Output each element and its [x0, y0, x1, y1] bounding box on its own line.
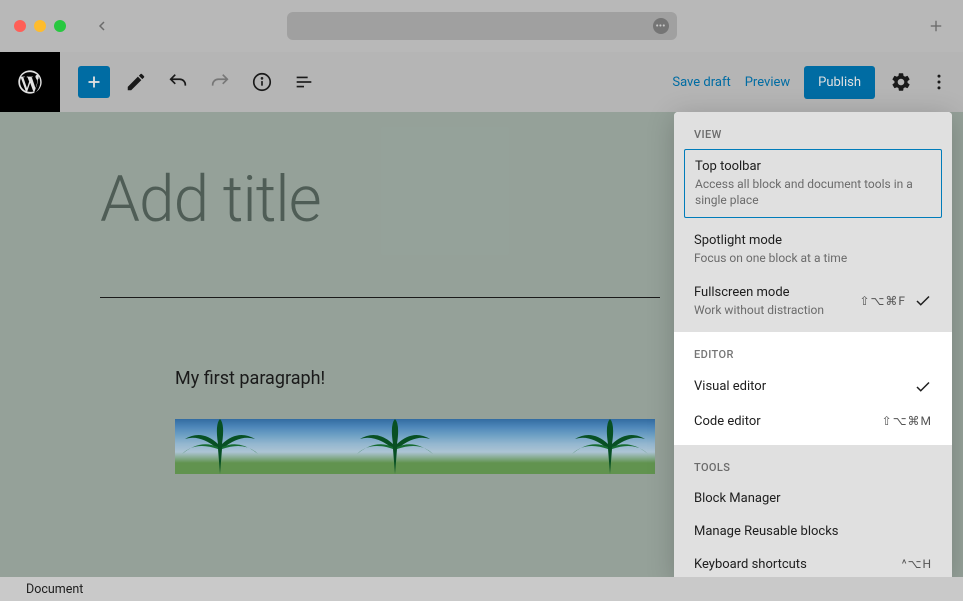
- menu-item-fullscreen[interactable]: Fullscreen mode Work without distraction…: [674, 276, 952, 332]
- menu-item-visual-editor[interactable]: Visual editor: [674, 369, 952, 405]
- menu-item-top-toolbar[interactable]: Top toolbar Access all block and documen…: [684, 149, 942, 218]
- menu-item-keyboard-shortcuts[interactable]: Keyboard shortcuts ^⌥H: [674, 548, 952, 581]
- browser-chrome: •••: [0, 0, 963, 52]
- wordpress-logo[interactable]: [0, 52, 60, 112]
- menu-item-label: Manage Reusable blocks: [694, 524, 839, 539]
- menu-item-label: Spotlight mode: [694, 233, 932, 248]
- edit-mode-button[interactable]: [120, 66, 152, 98]
- menu-item-label: Fullscreen mode: [694, 285, 859, 300]
- info-button[interactable]: [246, 66, 278, 98]
- preview-button[interactable]: Preview: [745, 75, 790, 90]
- outline-button[interactable]: [288, 66, 320, 98]
- window-controls: [14, 20, 66, 32]
- toolbar-right: Save draft Preview Publish: [672, 66, 951, 99]
- options-menu: VIEW Top toolbar Access all block and do…: [674, 112, 952, 581]
- menu-item-label: Top toolbar: [695, 159, 931, 174]
- menu-item-label: Keyboard shortcuts: [694, 557, 902, 572]
- save-draft-button[interactable]: Save draft: [672, 75, 730, 90]
- window-maximize-button[interactable]: [54, 20, 66, 32]
- toolbar-left: [78, 66, 320, 98]
- menu-item-shortcut: ⇧⌥⌘M: [882, 414, 932, 428]
- url-bar-menu-icon[interactable]: •••: [653, 18, 669, 34]
- settings-button[interactable]: [889, 70, 913, 94]
- check-icon: [914, 378, 932, 396]
- menu-item-desc: Focus on one block at a time: [694, 250, 932, 266]
- more-options-button[interactable]: [927, 70, 951, 94]
- breadcrumb[interactable]: Document: [26, 582, 83, 597]
- editor-toolbar: Save draft Preview Publish: [0, 52, 963, 112]
- menu-item-code-editor[interactable]: Code editor ⇧⌥⌘M: [674, 405, 952, 445]
- window-close-button[interactable]: [14, 20, 26, 32]
- add-block-button[interactable]: [78, 66, 110, 98]
- check-icon: [914, 292, 932, 310]
- undo-button[interactable]: [162, 66, 194, 98]
- menu-item-shortcut: ^⌥H: [902, 557, 932, 571]
- menu-section-view: VIEW: [674, 112, 952, 149]
- browser-back-button[interactable]: [94, 18, 110, 34]
- menu-section-editor: EDITOR: [674, 332, 952, 369]
- url-bar[interactable]: •••: [287, 12, 677, 40]
- menu-item-reusable-blocks[interactable]: Manage Reusable blocks: [674, 515, 952, 548]
- menu-item-block-manager[interactable]: Block Manager: [674, 482, 952, 515]
- redo-button[interactable]: [204, 66, 236, 98]
- menu-item-shortcut: ⇧⌥⌘F: [859, 294, 906, 308]
- menu-item-label: Visual editor: [694, 379, 906, 394]
- menu-item-desc: Work without distraction: [694, 302, 859, 318]
- separator-block[interactable]: [100, 297, 660, 298]
- window-minimize-button[interactable]: [34, 20, 46, 32]
- breadcrumb-bar: Document: [0, 577, 963, 601]
- menu-item-label: Block Manager: [694, 491, 781, 506]
- menu-item-desc: Access all block and document tools in a…: [695, 176, 931, 208]
- menu-item-spotlight[interactable]: Spotlight mode Focus on one block at a t…: [674, 224, 952, 275]
- image-block[interactable]: [175, 419, 655, 474]
- menu-section-tools: TOOLS: [674, 445, 952, 482]
- new-tab-button[interactable]: [927, 17, 945, 35]
- publish-button[interactable]: Publish: [804, 66, 875, 99]
- menu-item-label: Code editor: [694, 414, 882, 429]
